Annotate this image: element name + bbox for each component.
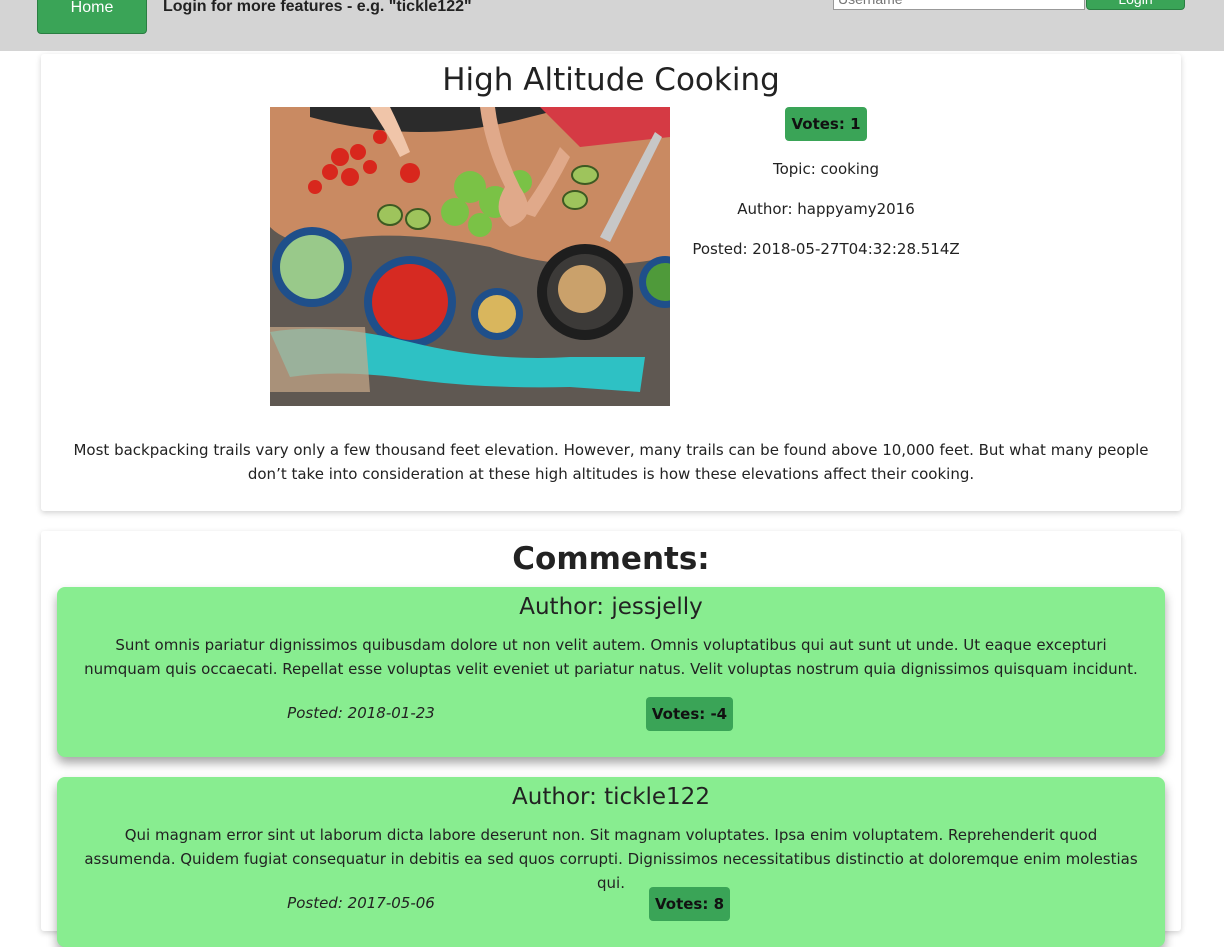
- article-author: Author: happyamy2016: [737, 200, 915, 218]
- comment-posted-date: Posted: 2017-05-06: [287, 894, 435, 912]
- article-votes-badge[interactable]: Votes: 1: [785, 107, 867, 141]
- comment-author: Author: tickle122: [512, 784, 710, 810]
- login-hint: Login for more features - e.g. "tickle12…: [163, 0, 472, 15]
- login-button[interactable]: Login: [1086, 0, 1185, 10]
- cooking-photo: [270, 107, 670, 406]
- comment-card: Author: jessjelly Sunt omnis pariatur di…: [57, 587, 1165, 757]
- comment-body: Qui magnam error sint ut laborum dicta l…: [84, 826, 1138, 892]
- comment-posted-date: Posted: 2018-01-23: [287, 704, 435, 722]
- username-input[interactable]: [833, 0, 1085, 10]
- comment-card: Author: tickle122 Qui magnam error sint …: [57, 777, 1165, 947]
- article-title: High Altitude Cooking: [442, 62, 780, 98]
- article-posted-date: Posted: 2018-05-27T04:32:28.514Z: [692, 240, 960, 258]
- top-navbar: Home Login for more features - e.g. "tic…: [0, 0, 1224, 51]
- article-card: High Altitude Cooking Votes: 1 Topic: co…: [41, 54, 1181, 511]
- article-body: Most backpacking trails vary only a few …: [73, 441, 1149, 483]
- comment-votes-badge[interactable]: Votes: -4: [646, 697, 733, 731]
- comment-author: Author: jessjelly: [519, 594, 703, 620]
- comment-votes-badge[interactable]: Votes: 8: [649, 887, 730, 921]
- comments-heading: Comments:: [512, 541, 710, 577]
- home-button[interactable]: Home: [37, 0, 147, 34]
- comment-body: Sunt omnis pariatur dignissimos quibusda…: [84, 636, 1138, 678]
- comments-section: Comments: Author: jessjelly Sunt omnis p…: [41, 531, 1181, 947]
- article-topic: Topic: cooking: [772, 160, 880, 178]
